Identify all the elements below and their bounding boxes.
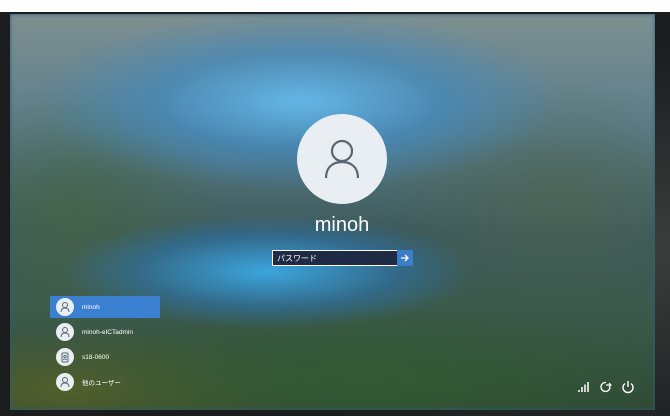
username-label: minoh (314, 214, 370, 236)
user-item-minoh[interactable]: minoh (50, 296, 160, 318)
user-icon (56, 298, 74, 316)
bezel-highlight (0, 0, 670, 12)
user-avatar (297, 114, 387, 204)
user-icon (56, 323, 74, 341)
ease-of-access-icon (600, 381, 612, 393)
power-icon (622, 381, 634, 394)
network-button[interactable] (575, 378, 593, 396)
user-icon (56, 373, 74, 391)
power-button[interactable] (619, 378, 637, 396)
network-icon (578, 382, 589, 392)
user-icon (324, 139, 360, 179)
password-input[interactable] (272, 250, 398, 266)
user-switcher-list: minoh minoh-eICTadmin s18-0600 他のユーザー (50, 296, 160, 396)
user-item-label: 他のユーザー (82, 380, 121, 387)
user-item-label: minoh (82, 303, 100, 311)
user-item-label: s18-0600 (82, 353, 110, 361)
user-item-s18-0600[interactable]: s18-0600 (50, 346, 160, 368)
user-item-label: minoh-eICTadmin (82, 328, 133, 336)
badge-icon (56, 348, 74, 366)
password-row (272, 250, 413, 266)
lock-screen: minoh minoh minoh-eICTadmin s18-0600 他のユ… (10, 14, 655, 410)
ease-of-access-button[interactable] (597, 378, 615, 396)
user-item-minoh-eictadmin[interactable]: minoh-eICTadmin (50, 321, 160, 343)
system-tray (571, 378, 637, 396)
user-item-other-user[interactable]: 他のユーザー (50, 371, 160, 393)
arrow-right-icon (401, 254, 409, 262)
submit-button[interactable] (397, 250, 413, 266)
